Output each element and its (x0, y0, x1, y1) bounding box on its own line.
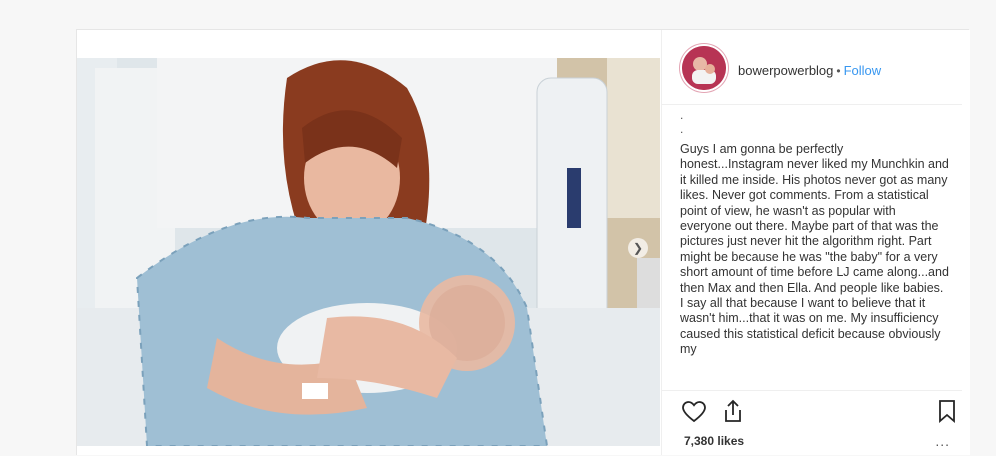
post-actions: 7,380 likes ... (662, 390, 962, 456)
post-caption: Guys I am gonna be perfectly honest...In… (680, 142, 949, 357)
follow-button[interactable]: Follow (844, 63, 882, 78)
like-count[interactable]: 7,380 likes (684, 434, 744, 448)
post-photo[interactable]: ❯ (77, 58, 660, 446)
bookmark-icon[interactable] (938, 399, 956, 428)
share-icon[interactable] (722, 399, 744, 428)
caption-prefix: . . (680, 108, 684, 136)
username-link[interactable]: bowerpowerblog (738, 63, 833, 78)
caption-scroll-area[interactable]: . . Guys I am gonna be perfectly honest.… (670, 108, 960, 388)
separator-dot: • (836, 64, 841, 78)
mother-holding-newborn-photo (77, 58, 660, 446)
next-photo-button[interactable]: ❯ (628, 238, 648, 258)
heart-icon[interactable] (682, 401, 706, 428)
post-username-line: bowerpowerblog • Follow (738, 63, 881, 78)
chevron-right-icon: ❯ (632, 241, 644, 255)
post-header: bowerpowerblog • Follow (662, 30, 962, 105)
instagram-post: ❯ bowerpowerblog • Follow . . Guys I am go… (76, 29, 970, 455)
more-options-icon[interactable]: ... (935, 433, 950, 449)
avatar[interactable] (682, 46, 726, 90)
post-sidebar: bowerpowerblog • Follow . . Guys I am gonn… (661, 30, 970, 455)
